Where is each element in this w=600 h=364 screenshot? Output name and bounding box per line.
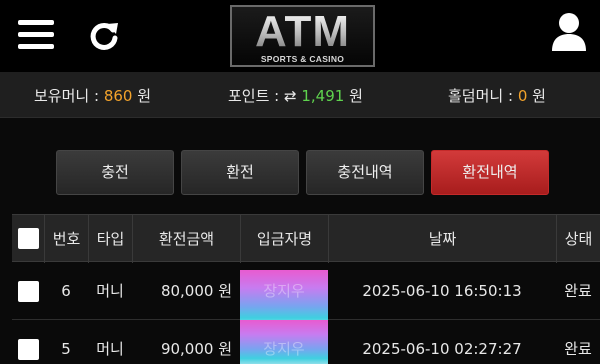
table-row: 6 머니 80,000 원 장지우 2025-06-10 16:50:13 완료	[12, 262, 600, 330]
logo-text: ATM	[232, 9, 373, 55]
site-logo[interactable]: ATM SPORTS & CASINO	[230, 5, 375, 67]
points: 포인트 : ⇄ 1,491 원	[228, 85, 363, 106]
header-status: 상태	[556, 215, 600, 263]
balance-bar: 보유머니 : 860 원 포인트 : ⇄ 1,491 원 홀덤머니 : 0 원	[0, 72, 600, 118]
header-date: 날짜	[328, 215, 556, 263]
header-number: 번호	[44, 215, 88, 263]
hamburger-menu-icon[interactable]	[18, 20, 54, 50]
holdem-money-value: 0	[517, 87, 528, 105]
row-number: 5	[61, 340, 71, 358]
select-all-cell	[12, 215, 44, 263]
tab-bar: 충전 환전 충전내역 환전내역	[0, 150, 600, 196]
top-bar: ATM SPORTS & CASINO	[0, 0, 600, 72]
row-type: 머니	[96, 282, 124, 300]
points-label: 포인트 :	[228, 87, 280, 105]
logo-subtext: SPORTS & CASINO	[260, 54, 345, 64]
exchange-arrows-icon[interactable]: ⇄	[284, 87, 297, 105]
header-type: 타입	[88, 215, 132, 263]
points-value: 1,491	[301, 87, 345, 105]
row-depositor: 장지우	[263, 282, 305, 300]
header-amount: 환전금액	[132, 215, 240, 263]
user-icon[interactable]	[550, 12, 588, 52]
hold-money-value: 860	[103, 87, 133, 105]
row-type: 머니	[96, 340, 124, 358]
hold-money-label: 보유머니 :	[34, 87, 100, 105]
row-depositor-redacted: 장지우	[240, 320, 328, 364]
tab-exchange-history[interactable]: 환전내역	[431, 150, 549, 195]
holdem-money-label: 홀덤머니 :	[448, 87, 514, 105]
row-checkbox[interactable]	[18, 281, 39, 302]
tab-exchange[interactable]: 환전	[181, 150, 299, 195]
table-row: 5 머니 90,000 원 장지우 2025-06-10 02:27:27 완료	[12, 320, 600, 364]
row-checkbox[interactable]	[18, 339, 39, 360]
row-date: 2025-06-10 16:50:13	[362, 282, 522, 300]
table-header: 번호 타입 환전금액 입금자명 날짜 상태	[12, 214, 600, 263]
row-depositor: 장지우	[263, 340, 305, 358]
refresh-icon[interactable]	[86, 18, 122, 54]
hold-money: 보유머니 : 860 원	[34, 85, 151, 106]
hold-money-unit: 원	[137, 87, 152, 105]
row-status: 완료	[564, 340, 592, 358]
tab-charge-history[interactable]: 충전내역	[306, 150, 424, 195]
row-date: 2025-06-10 02:27:27	[362, 340, 522, 358]
row-status: 완료	[564, 282, 592, 300]
row-number: 6	[61, 282, 71, 300]
holdem-money: 홀덤머니 : 0 원	[448, 85, 546, 106]
tab-charge[interactable]: 충전	[56, 150, 174, 195]
points-unit: 원	[349, 87, 363, 105]
row-amount: 80,000 원	[160, 282, 232, 300]
select-all-checkbox[interactable]	[18, 228, 39, 249]
header-depositor: 입금자명	[240, 215, 328, 263]
holdem-money-unit: 원	[532, 87, 546, 105]
row-amount: 90,000 원	[160, 340, 232, 358]
